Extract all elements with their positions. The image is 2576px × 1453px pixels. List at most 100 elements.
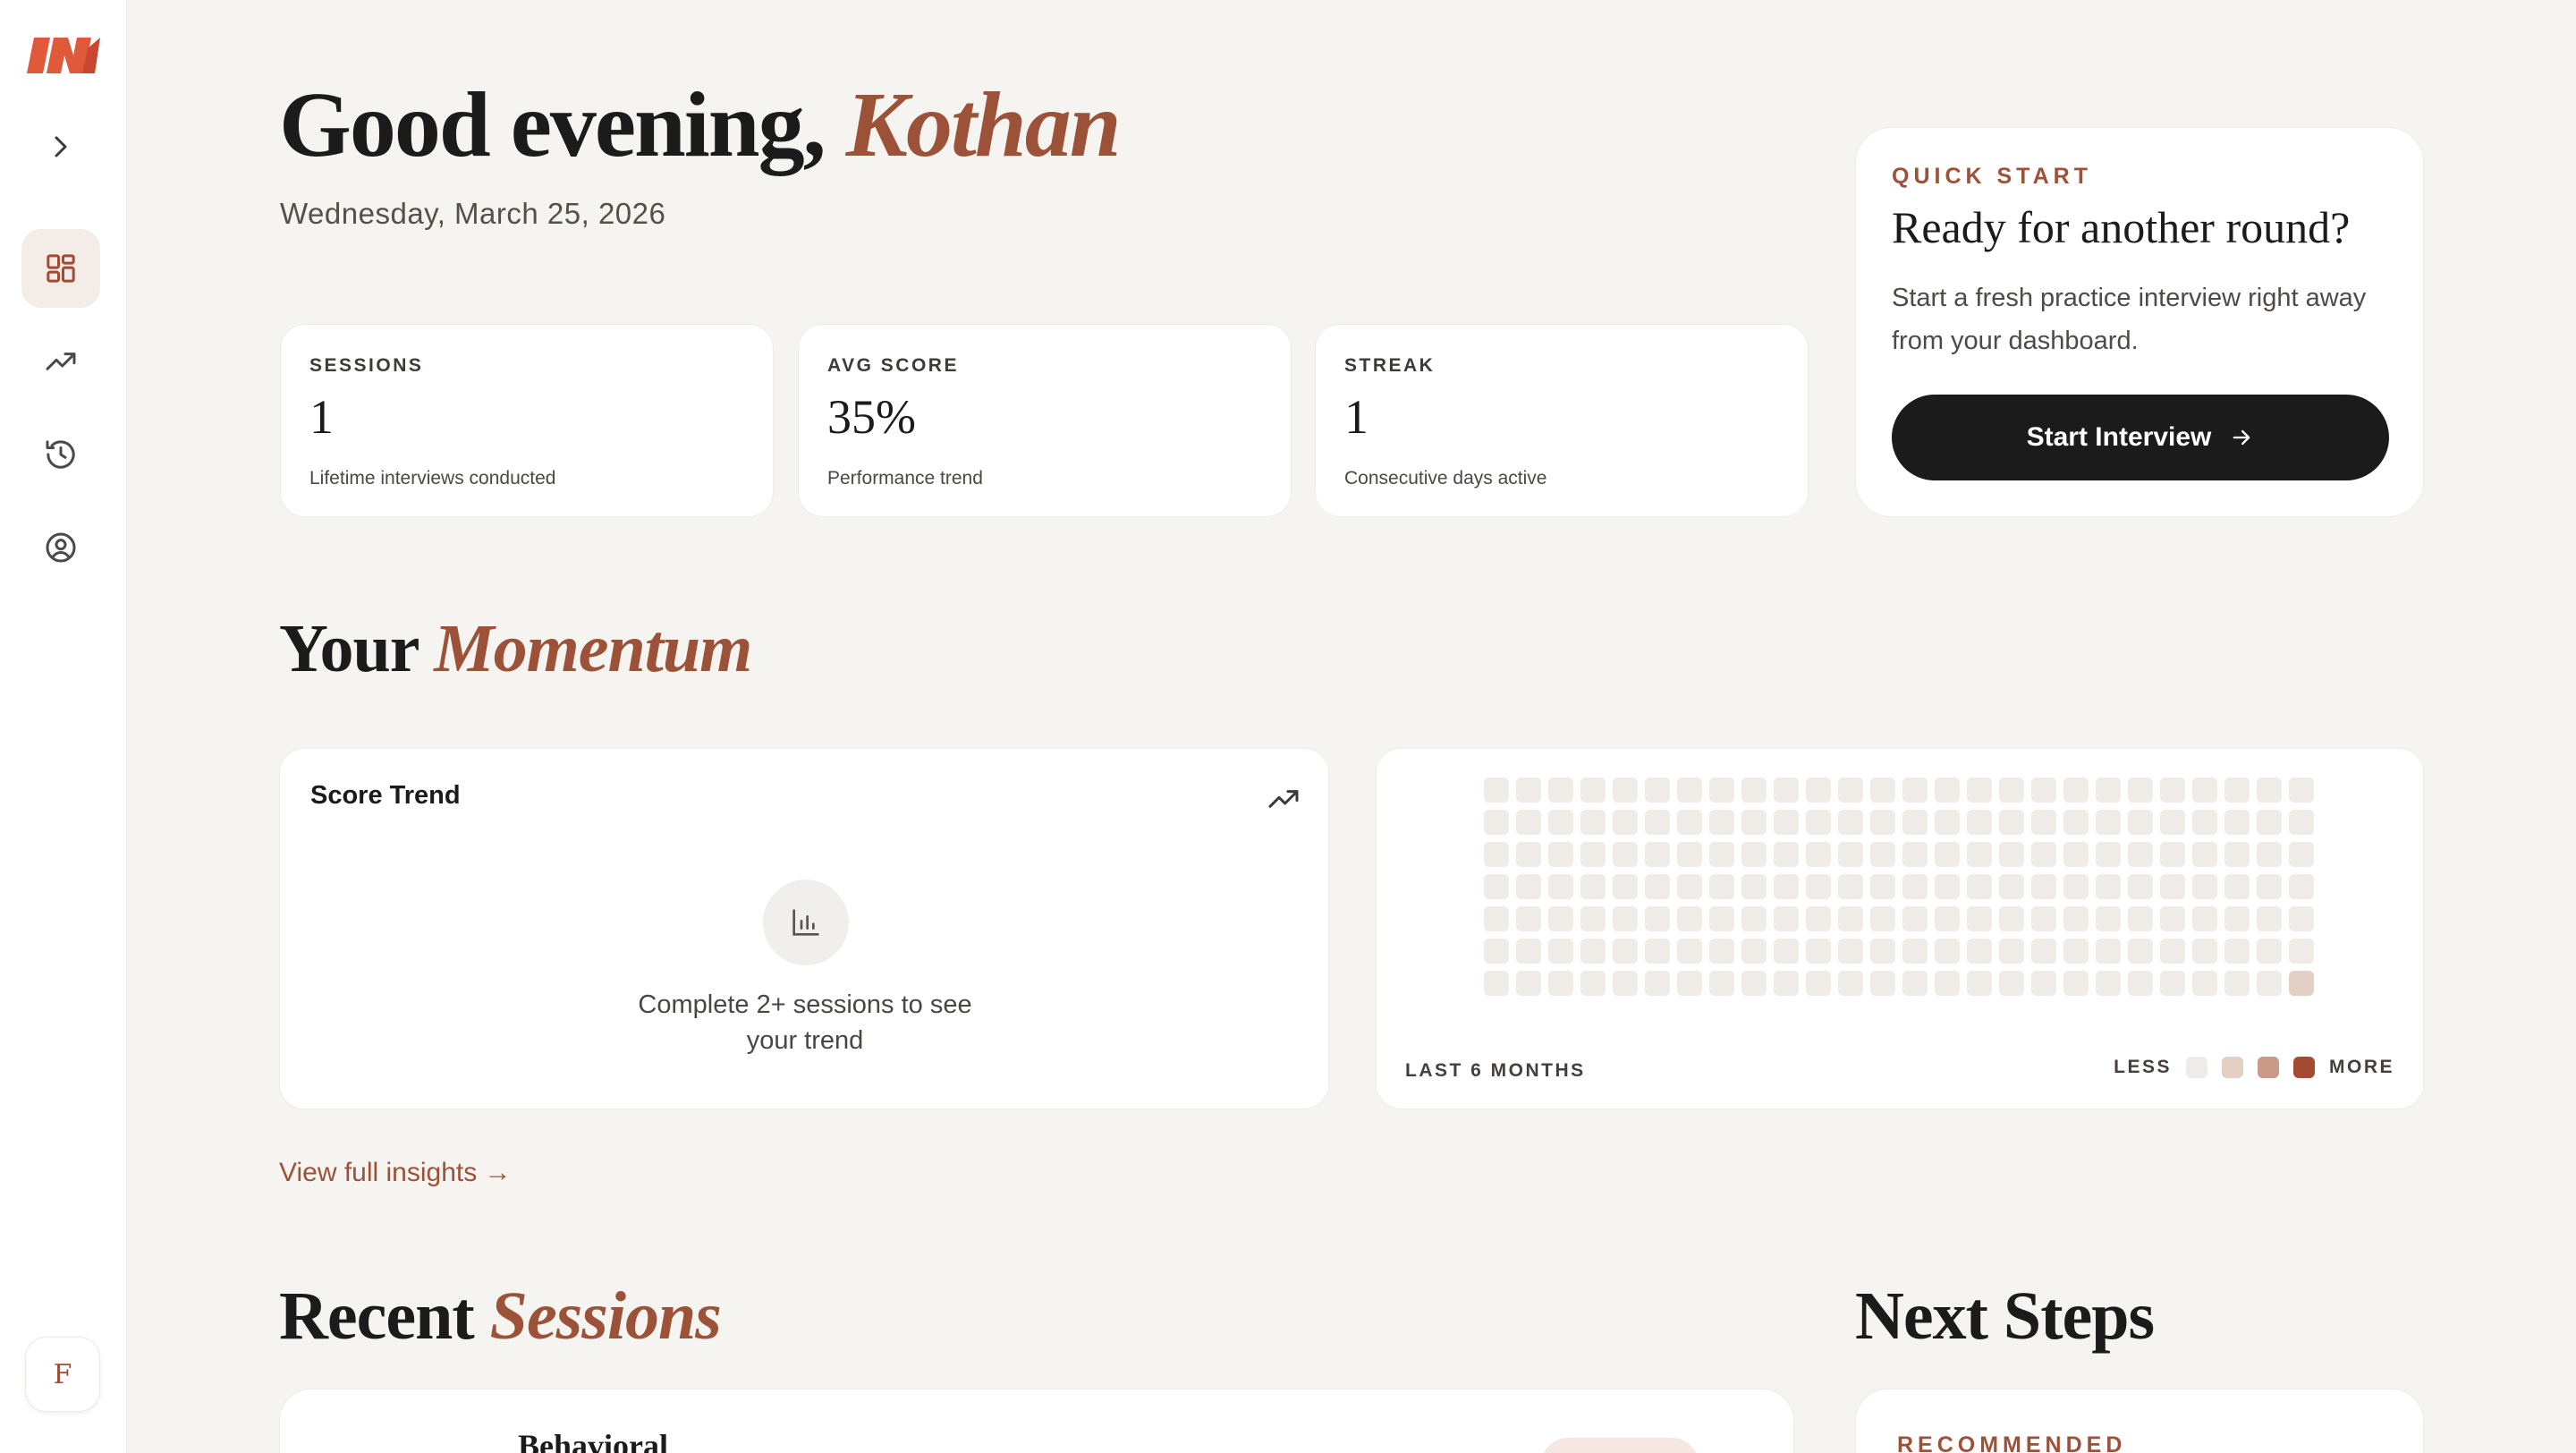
quick-start-eyebrow: QUICK START	[1892, 164, 2092, 189]
activity-cell	[2289, 874, 2314, 899]
stat-card-sessions: SESSIONS 1 Lifetime interviews conducted	[280, 324, 774, 517]
activity-cell	[1580, 939, 1606, 964]
activity-cell	[1806, 971, 1831, 996]
dashboard-icon	[47, 254, 75, 283]
activity-cell	[1870, 906, 1895, 931]
activity-cell	[2063, 777, 2089, 803]
activity-cell	[2224, 777, 2250, 803]
activity-cell	[1838, 971, 1863, 996]
sidebar: F	[0, 0, 127, 1453]
activity-cell	[2063, 906, 2089, 931]
activity-cell	[1516, 842, 1541, 867]
activity-cell	[2160, 810, 2185, 835]
logo[interactable]	[25, 34, 100, 77]
activity-legend: LESS MORE	[2114, 1057, 2394, 1078]
nav-profile[interactable]	[21, 508, 100, 587]
activity-cell	[1999, 810, 2024, 835]
activity-cell	[1870, 874, 1895, 899]
activity-cell	[1902, 906, 1928, 931]
trending-up-icon	[1268, 790, 1299, 808]
recent-sessions-heading: Recent Sessions	[279, 1278, 722, 1355]
activity-cell	[2224, 874, 2250, 899]
activity-cell	[2096, 906, 2121, 931]
activity-cell	[2031, 939, 2056, 964]
activity-cell	[2063, 810, 2089, 835]
activity-cell	[2128, 842, 2153, 867]
session-card[interactable]: Behavioral	[279, 1389, 1794, 1453]
activity-cell	[1484, 874, 1509, 899]
activity-cell	[1677, 810, 1702, 835]
activity-cell	[2289, 777, 2314, 803]
activity-cell	[1774, 810, 1799, 835]
activity-cell	[2063, 939, 2089, 964]
activity-cell	[1580, 971, 1606, 996]
bar-chart-icon	[792, 909, 819, 936]
activity-cell	[1613, 874, 1638, 899]
activity-cell	[1967, 842, 1992, 867]
activity-cell	[2224, 971, 2250, 996]
activity-cell	[2063, 971, 2089, 996]
activity-cell	[2257, 874, 2282, 899]
activity-cell	[1838, 874, 1863, 899]
legend-more-label: MORE	[2329, 1057, 2394, 1077]
activity-cell	[1484, 906, 1509, 931]
activity-cell	[1613, 971, 1638, 996]
activity-cell	[1999, 874, 2024, 899]
activity-cell	[1806, 810, 1831, 835]
activity-cell	[1516, 939, 1541, 964]
quick-start-description: Start a fresh practice interview right a…	[1892, 284, 2367, 355]
activity-cell	[2063, 842, 2089, 867]
activity-cell	[2224, 810, 2250, 835]
stat-caption: Performance trend	[827, 468, 983, 489]
momentum-accent: Momentum	[434, 611, 752, 686]
activity-cell	[1935, 874, 1960, 899]
activity-cell	[1999, 971, 2024, 996]
activity-cell	[1806, 842, 1831, 867]
activity-cell	[2289, 971, 2314, 996]
activity-cell	[2096, 971, 2121, 996]
activity-cell	[1580, 842, 1606, 867]
view-full-insights-link[interactable]: View full insights →	[279, 1158, 512, 1188]
legend-less-label: LESS	[2114, 1057, 2172, 1077]
user-name: Kothan	[845, 73, 1122, 176]
activity-cell	[1548, 810, 1573, 835]
next-step-card[interactable]: RECOMMENDED	[1855, 1389, 2424, 1453]
legend-swatch	[2258, 1057, 2279, 1078]
activity-cell	[2160, 939, 2185, 964]
legend-swatch	[2293, 1057, 2315, 1078]
activity-cell	[2257, 906, 2282, 931]
activity-cell	[1870, 777, 1895, 803]
score-trend-title: Score Trend	[310, 781, 461, 810]
activity-cell	[1645, 906, 1670, 931]
activity-cell	[2128, 939, 2153, 964]
stat-label: AVG SCORE	[827, 355, 959, 376]
quick-start-card: QUICK START Ready for another round? Sta…	[1855, 127, 2424, 517]
activity-cell	[1645, 939, 1670, 964]
activity-cell	[2257, 939, 2282, 964]
activity-cell	[1967, 777, 1992, 803]
activity-cell	[1484, 842, 1509, 867]
nav-history[interactable]	[21, 415, 100, 494]
activity-cell	[1967, 906, 1992, 931]
activity-cell	[1774, 906, 1799, 931]
nav-dashboard[interactable]	[21, 229, 100, 308]
page-title: Good evening, Kothan	[279, 72, 1122, 178]
activity-cell	[2160, 777, 2185, 803]
expand-sidebar-button[interactable]	[21, 107, 100, 186]
activity-cell	[1709, 810, 1734, 835]
current-date: Wednesday, March 25, 2026	[280, 197, 666, 230]
activity-cell	[1677, 874, 1702, 899]
session-title: Behavioral	[518, 1428, 668, 1453]
activity-cell	[1613, 906, 1638, 931]
activity-cell	[1580, 874, 1606, 899]
recent-prefix: Recent	[279, 1279, 475, 1354]
activity-cell	[1516, 971, 1541, 996]
nav-insights[interactable]	[21, 322, 100, 401]
activity-cell	[1548, 971, 1573, 996]
activity-cell	[1935, 810, 1960, 835]
activity-cell	[2160, 906, 2185, 931]
user-avatar[interactable]: F	[25, 1337, 100, 1412]
activity-cell	[1838, 810, 1863, 835]
activity-cell	[2192, 874, 2217, 899]
start-interview-button[interactable]: Start Interview	[1892, 395, 2389, 480]
